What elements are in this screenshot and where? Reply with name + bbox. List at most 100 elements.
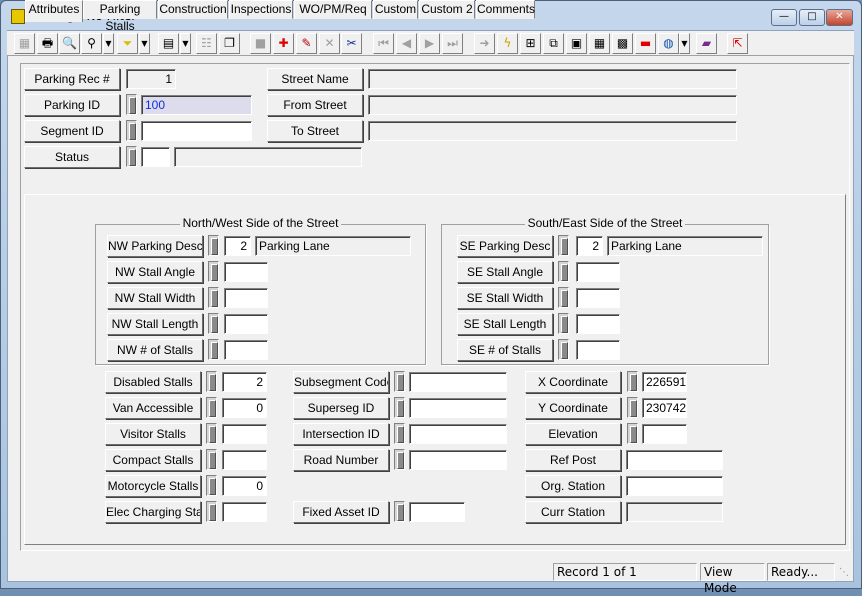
nw-stall-width-button[interactable]: NW Stall Width [107, 287, 203, 309]
motorcycle-stalls-lock-indicator[interactable] [206, 475, 217, 496]
nw-of-stalls-lock-indicator[interactable] [208, 339, 219, 360]
y-coordinate-button[interactable]: Y Coordinate [525, 397, 621, 419]
nw-of-stalls-input[interactable] [224, 340, 268, 360]
se-of-stalls-button[interactable]: SE # of Stalls [457, 339, 553, 361]
elec-charging-stalls-button[interactable]: Elec Charging Stalls [105, 501, 201, 523]
nw-stall-length-input[interactable] [224, 314, 268, 334]
nw-stall-width-input[interactable] [224, 288, 268, 308]
elec-charging-stalls-input[interactable] [222, 502, 267, 522]
fixed-asset-id-lock-indicator[interactable] [394, 501, 405, 522]
se-stall-angle-input[interactable] [576, 262, 620, 282]
nw-parking-desc-button[interactable]: NW Parking Desc [107, 235, 203, 257]
book-icon[interactable]: ▰ [696, 33, 717, 54]
visitor-stalls-input[interactable] [222, 424, 267, 444]
status-code-input[interactable] [141, 147, 170, 167]
segment-id-input[interactable] [141, 121, 252, 141]
disabled-stalls-button[interactable]: Disabled Stalls [105, 371, 201, 393]
se-stall-width-input[interactable] [576, 288, 620, 308]
subsegment-code-input[interactable] [409, 372, 507, 392]
x-coordinate-lock-indicator[interactable] [627, 371, 638, 392]
report-icon[interactable]: ▤ [158, 33, 179, 54]
nw-stall-angle-input[interactable] [224, 262, 268, 282]
goto-arrow-icon[interactable]: ➜ [474, 33, 495, 54]
van-accessible-button[interactable]: Van Accessible [105, 397, 201, 419]
fixed-asset-id-button[interactable]: Fixed Asset ID [293, 501, 389, 523]
y-coordinate-lock-indicator[interactable] [627, 397, 638, 418]
dropdown-icon[interactable]: ▼ [180, 33, 191, 54]
compact-stalls-button[interactable]: Compact Stalls [105, 449, 201, 471]
elec-charging-stalls-lock-indicator[interactable] [206, 501, 217, 522]
se-stall-length-button[interactable]: SE Stall Length [457, 313, 553, 335]
tab-construction[interactable]: Construction [158, 0, 228, 19]
se-parking-desc-lock-indicator[interactable] [558, 235, 569, 256]
tab-custom[interactable]: Custom [373, 0, 418, 19]
add-record-icon[interactable]: ✚ [273, 33, 294, 54]
globe-icon[interactable]: ◍ [658, 33, 679, 54]
diagram-icon[interactable]: ⊞ [520, 33, 541, 54]
nw-parking-desc-lock-indicator[interactable] [208, 235, 219, 256]
last-record-icon[interactable]: ⏭ [442, 33, 463, 54]
se-of-stalls-input[interactable] [576, 340, 620, 360]
parking-id-button[interactable]: Parking ID [24, 94, 120, 116]
dropdown-icon[interactable]: ▼ [679, 33, 690, 54]
se-stall-length-input[interactable] [576, 314, 620, 334]
edit-pencil-icon[interactable]: ✎ [296, 33, 317, 54]
tab-attributes[interactable]: Attributes [25, 0, 83, 22]
nw-stall-angle-lock-indicator[interactable] [208, 261, 219, 282]
tab-comments[interactable]: Comments [476, 0, 535, 19]
status-lock-indicator[interactable] [126, 146, 137, 167]
subsegment-code-lock-indicator[interactable] [394, 371, 405, 392]
nw-stall-length-button[interactable]: NW Stall Length [107, 313, 203, 335]
binoculars-search-icon[interactable]: ⚲ [81, 33, 102, 54]
disabled-stalls-input[interactable]: 2 [222, 372, 267, 392]
segment-id-lock-indicator[interactable] [126, 120, 137, 141]
fixed-asset-id-input[interactable] [409, 502, 465, 522]
se-stall-length-lock-indicator[interactable] [558, 313, 569, 334]
next-record-icon[interactable]: ▶ [419, 33, 440, 54]
subsegment-code-button[interactable]: Subsegment Code [293, 371, 389, 393]
maximize-button[interactable]: □ [799, 9, 825, 26]
save-icon[interactable]: ■ [250, 33, 271, 54]
road-number-lock-indicator[interactable] [394, 449, 405, 470]
se-of-stalls-lock-indicator[interactable] [558, 339, 569, 360]
superseg-id-lock-indicator[interactable] [394, 397, 405, 418]
nw-stall-length-lock-indicator[interactable] [208, 313, 219, 334]
nw-stall-angle-button[interactable]: NW Stall Angle [107, 261, 203, 283]
resize-grip-icon[interactable]: ⋱ [839, 567, 849, 578]
ref-post-button[interactable]: Ref Post [525, 449, 621, 471]
nw-parking-desc-code-input[interactable]: 2 [224, 236, 251, 256]
se-parking-desc-button[interactable]: SE Parking Desc [457, 235, 553, 257]
relationship-icon[interactable]: ⧉ [543, 33, 564, 54]
motorcycle-stalls-input[interactable]: 0 [222, 476, 267, 496]
intersection-id-lock-indicator[interactable] [394, 423, 405, 444]
motorcycle-stalls-button[interactable]: Motorcycle Stalls [105, 475, 201, 497]
close-button[interactable]: ✕ [826, 9, 853, 26]
status-button[interactable]: Status [24, 146, 120, 168]
van-accessible-lock-indicator[interactable] [206, 397, 217, 418]
delete-icon[interactable]: ✕ [319, 33, 340, 54]
dropdown-icon[interactable]: ▼ [103, 33, 114, 54]
se-stall-width-button[interactable]: SE Stall Width [457, 287, 553, 309]
elevation-lock-indicator[interactable] [627, 423, 638, 444]
elevation-button[interactable]: Elevation [525, 423, 621, 445]
se-stall-angle-lock-indicator[interactable] [558, 261, 569, 282]
copy-record-icon[interactable]: ❐ [219, 33, 240, 54]
grid-view-icon[interactable]: ▦ [14, 33, 35, 54]
print-icon[interactable]: 🖶 [37, 33, 58, 54]
superseg-id-input[interactable] [409, 398, 507, 418]
previous-record-icon[interactable]: ◀ [396, 33, 417, 54]
parking-id-lock-indicator[interactable] [126, 94, 137, 115]
map-icon[interactable]: ▩ [612, 33, 633, 54]
from-street-button[interactable]: From Street [267, 94, 363, 116]
compact-stalls-input[interactable] [222, 450, 267, 470]
tab-wo-pm-req[interactable]: WO/PM/Req [294, 0, 372, 19]
road-number-button[interactable]: Road Number [293, 449, 389, 471]
visitor-stalls-button[interactable]: Visitor Stalls [105, 423, 201, 445]
toolbox-icon[interactable]: ▬ [635, 33, 656, 54]
lightning-icon[interactable]: ϟ [497, 33, 518, 54]
tab-parking-stalls[interactable]: Parking Stalls [83, 0, 157, 33]
intersection-id-button[interactable]: Intersection ID [293, 423, 389, 445]
equipment-icon[interactable]: ▣ [566, 33, 587, 54]
y-coordinate-input[interactable]: 230742. [642, 398, 687, 418]
nw-stall-width-lock-indicator[interactable] [208, 287, 219, 308]
